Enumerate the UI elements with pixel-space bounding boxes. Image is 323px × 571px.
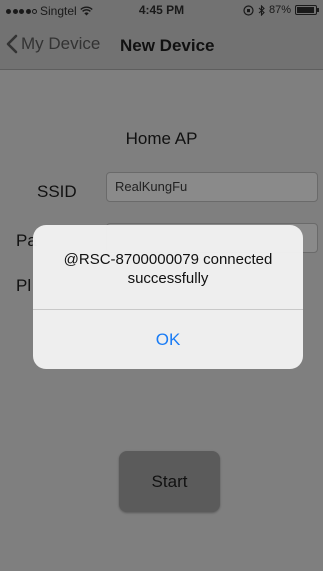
alert-ok-button[interactable]: OK [33,310,303,369]
back-label: My Device [21,34,101,53]
alert-dialog: @RSC-8700000079 connected successfully O… [33,225,303,369]
alert-message: @RSC-8700000079 connected successfully [63,251,273,287]
bluetooth-icon [258,4,265,16]
battery-icon [295,5,319,15]
battery-percent: 87% [268,4,291,16]
status-right: 87% [243,4,319,16]
back-button[interactable]: My Device [6,34,100,54]
chevron-left-icon [6,34,18,54]
ph-label: Pl [16,276,32,295]
ssid-label: SSID [37,182,77,201]
ssid-input[interactable]: RealKungFu [106,172,318,202]
start-button[interactable]: Start [119,451,220,512]
orientation-lock-icon [243,4,254,16]
navigation-bar: My Device New Device [0,20,323,70]
page-title: New Device [120,36,215,55]
status-bar: Singtel 4:45 PM 87% [0,0,323,20]
section-title: Home AP [125,129,198,148]
